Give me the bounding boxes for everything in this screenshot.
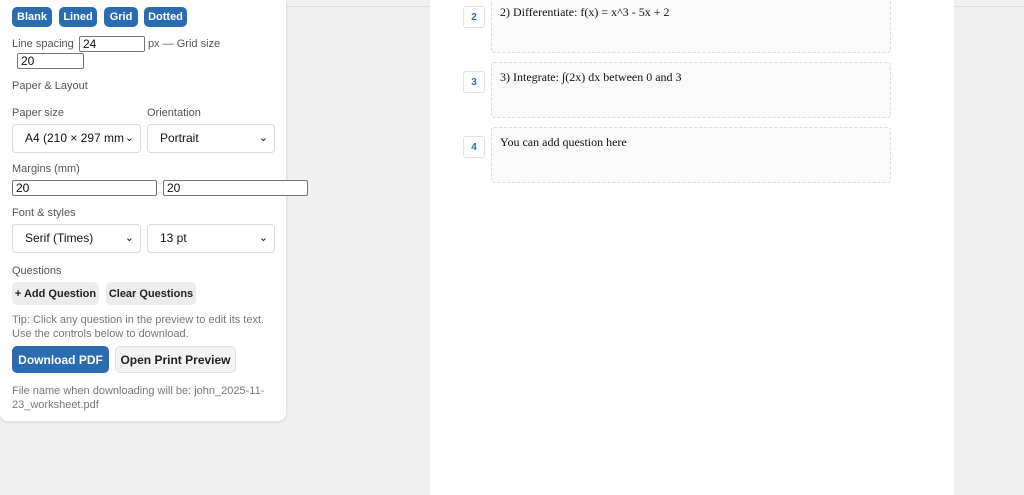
clear-questions-button[interactable]: Clear Questions	[106, 282, 196, 305]
chevron-down-icon: ⌄	[258, 232, 268, 244]
filename-text-line-1: File name when downloading will be: john…	[12, 385, 265, 397]
questions-heading: Questions	[12, 265, 62, 277]
question-text[interactable]: 2) Differentiate: f(x) = x^3 - 5x + 2	[500, 5, 670, 20]
add-question-button[interactable]: + Add Question	[12, 282, 99, 305]
orientation-value: Portrait	[160, 131, 199, 145]
pattern-lined-button[interactable]: Lined	[59, 7, 97, 27]
font-family-value: Serif (Times)	[25, 231, 94, 245]
pattern-dotted-button[interactable]: Dotted	[144, 7, 187, 27]
paper-size-value: A4 (210 × 297 mm	[25, 131, 125, 145]
line-spacing-label: Line spacing	[12, 38, 74, 50]
download-pdf-button[interactable]: Download PDF	[12, 346, 109, 373]
paper-size-label: Paper size	[12, 107, 64, 119]
line-spacing-input[interactable]	[79, 36, 145, 52]
margin-input-2[interactable]	[163, 180, 308, 196]
question-text[interactable]: You can add question here	[500, 135, 627, 150]
question-number: 3	[463, 71, 485, 93]
chevron-down-icon: ⌄	[258, 132, 268, 144]
orientation-select[interactable]: Portrait ⌄	[147, 124, 275, 153]
question-text[interactable]: 3) Integrate: ∫(2x) dx between 0 and 3	[500, 70, 682, 85]
tip-text-line-2: Use the controls below to download.	[12, 328, 189, 340]
grid-size-input[interactable]	[17, 53, 84, 69]
paper-layout-heading: Paper & Layout	[12, 80, 88, 92]
question-number: 4	[463, 136, 485, 158]
question-box[interactable]: 3) Integrate: ∫(2x) dx between 0 and 3	[491, 62, 891, 118]
paper-size-select[interactable]: A4 (210 × 297 mm ⌄	[12, 124, 141, 153]
margins-label: Margins (mm)	[12, 163, 80, 175]
question-box[interactable]: You can add question here	[491, 127, 891, 183]
font-size-select[interactable]: 13 pt ⌄	[147, 224, 275, 253]
font-styles-heading: Font & styles	[12, 207, 76, 219]
worksheet-preview: 2 2) Differentiate: f(x) = x^3 - 5x + 2 …	[430, 0, 954, 495]
font-size-value: 13 pt	[160, 231, 187, 245]
question-box[interactable]: 2) Differentiate: f(x) = x^3 - 5x + 2	[491, 0, 891, 53]
pattern-blank-button[interactable]: Blank	[12, 7, 52, 27]
tip-text-line-1: Tip: Click any question in the preview t…	[12, 314, 265, 326]
filename-text-line-2: 23_worksheet.pdf	[12, 399, 99, 411]
grid-size-label: px — Grid size	[148, 38, 221, 50]
chevron-down-icon: ⌄	[124, 132, 134, 144]
question-number: 2	[463, 6, 485, 28]
open-print-preview-button[interactable]: Open Print Preview	[115, 346, 236, 373]
pattern-grid-button[interactable]: Grid	[104, 7, 138, 27]
margin-input-1[interactable]	[12, 180, 157, 196]
chevron-down-icon: ⌄	[124, 232, 134, 244]
controls-panel: Blank Lined Grid Dotted Line spacing px …	[0, 0, 308, 421]
orientation-label: Orientation	[147, 107, 201, 119]
font-family-select[interactable]: Serif (Times) ⌄	[12, 224, 141, 253]
